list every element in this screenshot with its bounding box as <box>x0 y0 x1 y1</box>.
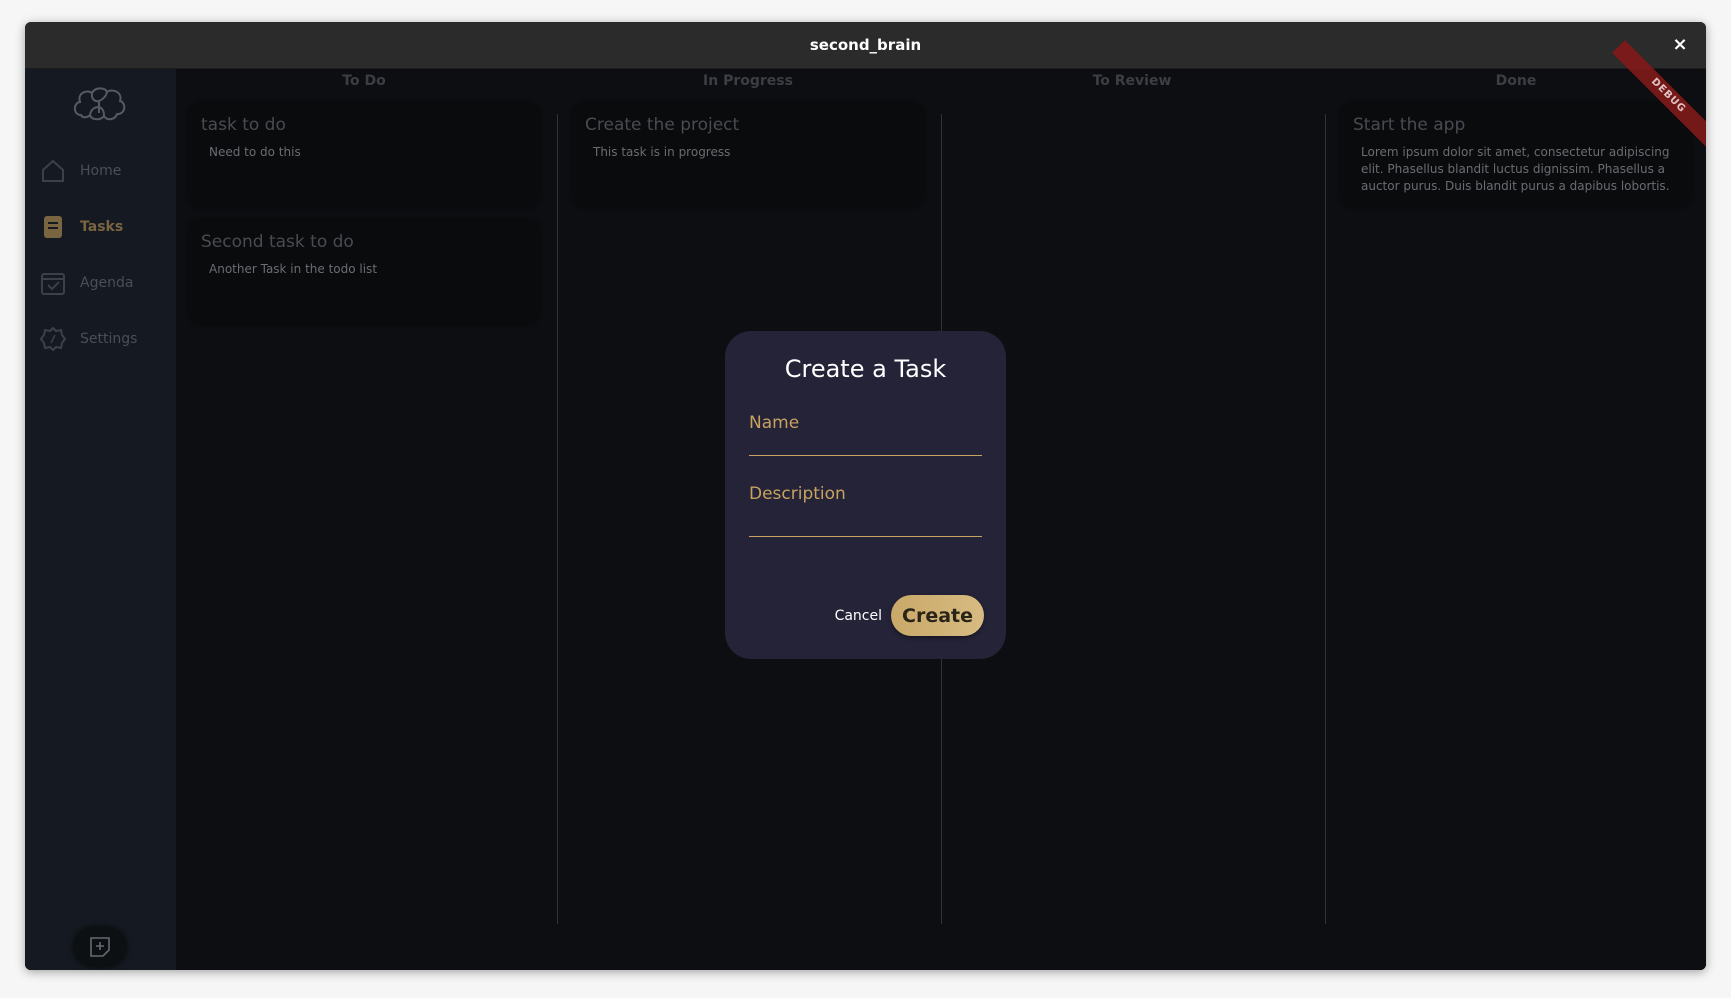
name-field-label: Name <box>749 413 800 433</box>
cancel-button[interactable]: Cancel <box>835 608 882 624</box>
name-input[interactable] <box>749 437 982 456</box>
name-field[interactable]: Name <box>749 413 982 456</box>
description-field[interactable]: Description <box>749 484 982 537</box>
window-title: second_brain <box>809 36 922 54</box>
close-icon[interactable]: × <box>1668 33 1692 57</box>
title-bar: second_brain × <box>25 22 1706 69</box>
description-field-underline <box>749 536 982 537</box>
description-field-label: Description <box>749 484 846 504</box>
description-input[interactable] <box>749 508 982 527</box>
dialog-title: Create a Task <box>784 355 947 383</box>
create-task-dialog: Create a Task Name Description Cancel Cr… <box>725 331 1006 659</box>
app-window: second_brain × Home Tasks Agenda Setting… <box>25 22 1706 970</box>
dialog-actions: Cancel Create <box>835 595 984 636</box>
create-button[interactable]: Create <box>891 595 984 636</box>
